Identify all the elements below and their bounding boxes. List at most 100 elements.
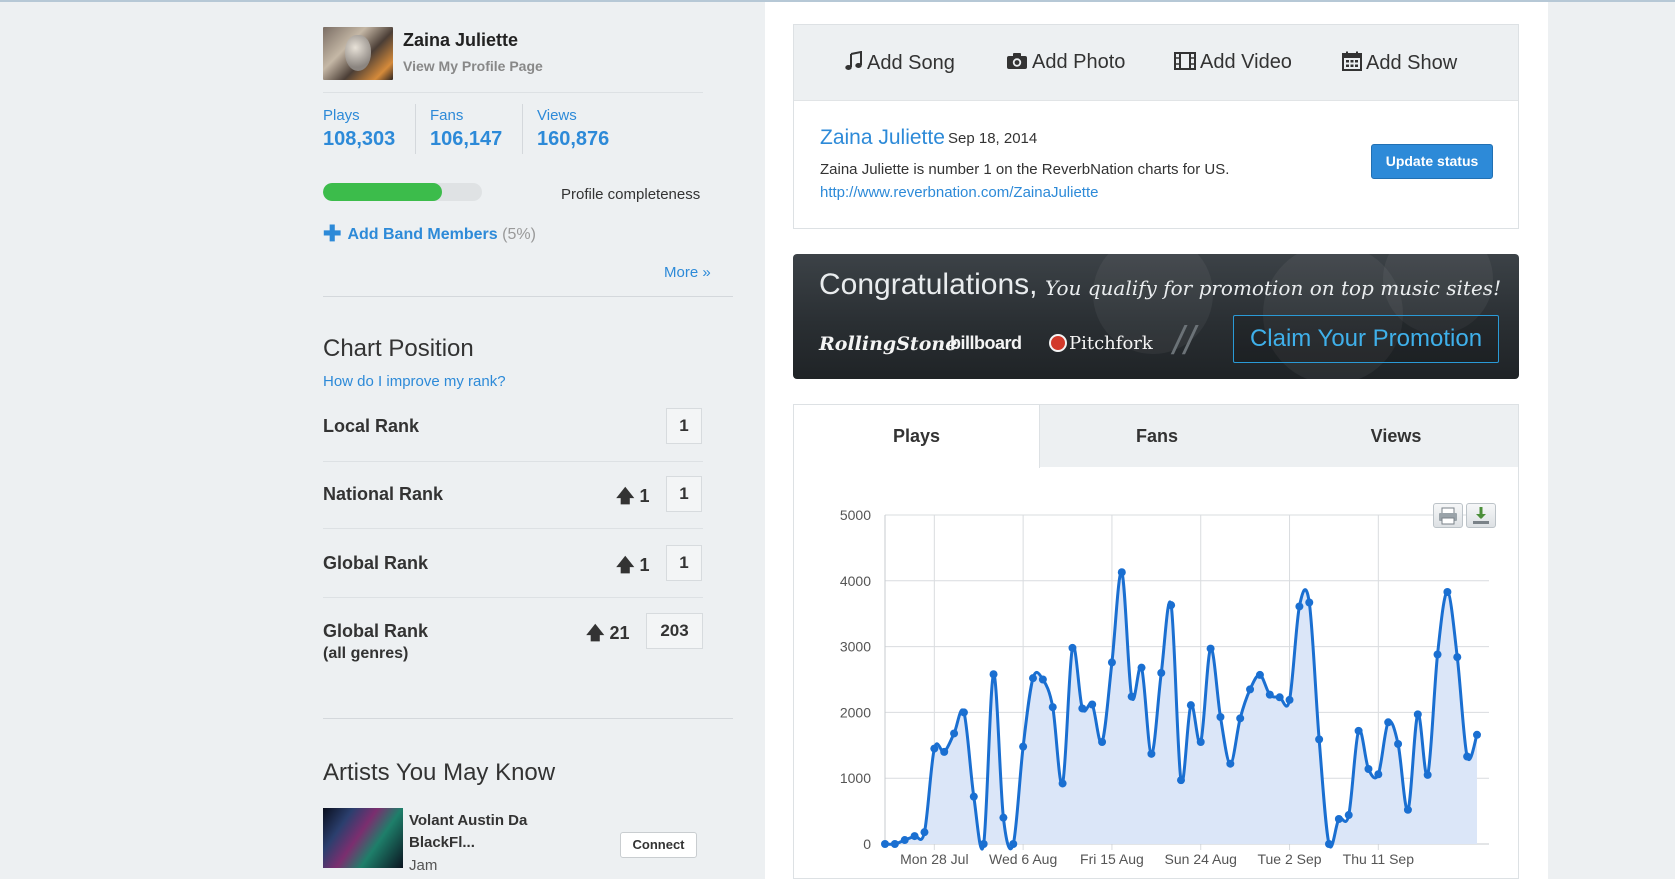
calendar-icon <box>1342 51 1362 77</box>
plays-data-point <box>1413 710 1422 719</box>
add-band-members-link[interactable]: ✚ Add Band Members (5%) <box>323 221 536 247</box>
plays-data-point <box>1048 703 1057 712</box>
chart-tabs: Plays Fans Views <box>794 405 1518 468</box>
stat-views-label: Views <box>537 107 577 124</box>
status-date: Sep 18, 2014 <box>948 130 1038 147</box>
improve-rank-link[interactable]: How do I improve my rank? <box>323 373 506 390</box>
plays-data-point <box>1463 752 1472 761</box>
artist-name[interactable]: Volant Austin Da BlackFl... <box>409 810 539 854</box>
plays-data-point <box>1334 814 1343 823</box>
add-photo-label: Add Photo <box>1032 51 1126 73</box>
claim-promotion-button[interactable]: Claim Your Promotion <box>1233 315 1499 363</box>
plays-data-point <box>890 840 899 848</box>
plays-data-point <box>1206 644 1215 653</box>
artists-title: Artists You May Know <box>323 759 556 786</box>
stat-fans-value[interactable]: 106,147 <box>430 128 502 151</box>
divider <box>323 296 733 297</box>
add-show-button[interactable]: Add Show <box>1342 51 1457 77</box>
global-rank-all-change: 🡅 21 <box>586 621 630 651</box>
plays-data-point <box>930 744 939 753</box>
pitchfork-logo: Pitchfork <box>1049 333 1153 354</box>
plays-data-point <box>1058 779 1067 788</box>
divider <box>323 597 703 598</box>
plays-data-point <box>1186 701 1195 710</box>
add-song-label: Add Song <box>867 52 955 74</box>
plays-data-point <box>1384 718 1393 727</box>
profile-completeness-fill <box>323 183 443 201</box>
divider <box>323 92 703 93</box>
stat-plays-value[interactable]: 108,303 <box>323 128 395 151</box>
plays-data-point <box>1137 663 1146 672</box>
x-tick-label: Wed 6 Aug <box>989 851 1057 867</box>
plays-data-point <box>1295 602 1304 611</box>
y-tick-label: 3000 <box>840 639 871 655</box>
plays-data-point <box>999 813 1008 822</box>
artist-thumbnail[interactable] <box>323 808 403 868</box>
plays-data-point <box>1433 650 1442 659</box>
plays-data-point <box>1167 601 1176 610</box>
tab-fans[interactable]: Fans <box>1040 405 1274 467</box>
add-photo-button[interactable]: Add Photo <box>1006 51 1125 76</box>
stat-divider <box>415 104 416 154</box>
plays-data-point <box>1255 670 1264 679</box>
x-tick-label: Mon 28 Jul <box>900 851 968 867</box>
arrow-up-icon: 🡅 <box>586 623 605 643</box>
local-rank-label: Local Rank <box>323 416 420 436</box>
print-chart-button[interactable] <box>1433 503 1463 528</box>
divider <box>323 528 703 529</box>
global-rank-all-change-value: 21 <box>609 623 630 643</box>
national-rank-label: National Rank <box>323 484 444 504</box>
plays-data-point <box>1157 668 1166 677</box>
plays-data-point <box>1275 693 1284 702</box>
more-link[interactable]: More » <box>664 264 711 281</box>
x-tick-label: Fri 15 Aug <box>1080 851 1144 867</box>
billboard-logo: billboard <box>950 333 1022 353</box>
national-rank-change: 🡅 1 <box>616 484 650 514</box>
camera-icon <box>1006 52 1028 76</box>
plays-data-point <box>1453 653 1462 662</box>
stat-divider <box>522 104 523 154</box>
plays-data-point <box>1029 674 1037 683</box>
plays-data-point <box>950 729 959 738</box>
add-video-button[interactable]: Add Video <box>1174 51 1292 76</box>
view-profile-link[interactable]: View My Profile Page <box>403 58 543 74</box>
x-tick-label: Thu 11 Sep <box>1343 851 1415 867</box>
plays-data-point <box>1127 692 1136 701</box>
download-chart-button[interactable] <box>1466 503 1496 528</box>
plays-data-point <box>1196 738 1205 747</box>
connect-button[interactable]: Connect <box>620 832 697 858</box>
download-icon <box>1473 507 1489 524</box>
promo-headline: Congratulations, <box>819 268 1038 301</box>
plays-data-point <box>1216 713 1225 722</box>
plays-data-point <box>1078 704 1087 713</box>
plays-data-point <box>969 792 978 801</box>
plays-data-point <box>1473 730 1481 739</box>
plays-data-point <box>910 832 919 841</box>
global-rank-change: 🡅 1 <box>616 553 650 583</box>
profile-avatar[interactable] <box>323 27 393 80</box>
plays-data-point <box>1315 735 1324 744</box>
global-rank-value: 1 <box>666 545 702 581</box>
global-rank-label: Global Rank <box>323 553 429 573</box>
profile-completeness-label: Profile completeness <box>561 186 701 203</box>
y-tick-label: 4000 <box>840 573 871 589</box>
global-rank-change-value: 1 <box>639 555 650 575</box>
y-tick-label: 1000 <box>840 770 871 786</box>
promo-subline: You qualify for promotion on top music s… <box>1045 276 1502 300</box>
tab-views[interactable]: Views <box>1274 405 1518 467</box>
slash-divider: // <box>1173 319 1196 363</box>
stat-views-value[interactable]: 160,876 <box>537 128 609 151</box>
add-song-button[interactable]: Add Song <box>845 50 955 77</box>
y-tick-label: 0 <box>863 836 871 852</box>
status-author[interactable]: Zaina Juliette <box>820 126 945 150</box>
profile-name[interactable]: Zaina Juliette <box>403 30 518 51</box>
add-show-label: Add Show <box>1366 52 1458 74</box>
y-tick-label: 5000 <box>840 507 871 523</box>
tab-plays[interactable]: Plays <box>794 405 1040 468</box>
music-note-icon <box>845 50 863 77</box>
post-toolbar: Add Song Add Photo Add Video Add Show <box>794 25 1518 101</box>
status-url-link[interactable]: http://www.reverbnation.com/ZainaJuliett… <box>820 184 1098 201</box>
plays-data-point <box>1098 738 1107 747</box>
update-status-button[interactable]: Update status <box>1371 144 1493 179</box>
print-icon <box>1439 507 1457 525</box>
